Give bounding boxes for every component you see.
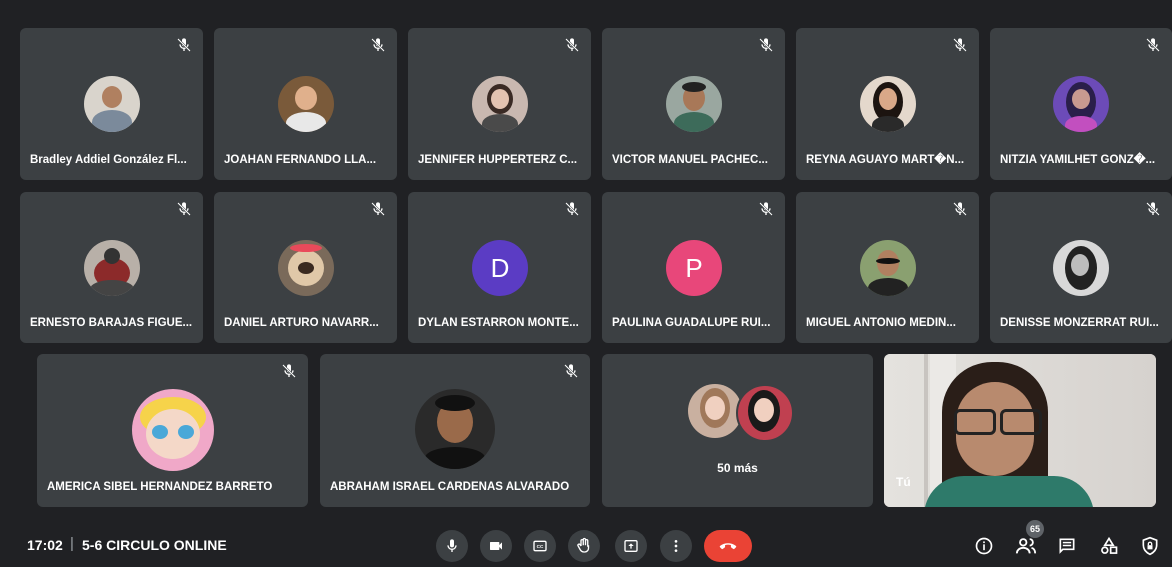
mic-off-icon [177, 202, 191, 216]
participant-initial-avatar: D [472, 240, 528, 296]
participant-name: JENNIFER HUPPERTERZ C... [418, 154, 578, 166]
participant-name: NITZIA YAMILHET GONZ�... [1000, 154, 1156, 166]
participant-name: JOAHAN FERNANDO LLA... [224, 154, 377, 166]
participant-tile[interactable]: AMERICA SIBEL HERNANDEZ BARRETO [37, 354, 308, 507]
closed-captions-icon: CC [533, 540, 547, 552]
shapes-icon [1101, 536, 1118, 554]
participant-tile[interactable]: ABRAHAM ISRAEL CARDENAS ALVARADO [320, 354, 590, 507]
more-participants-count: 50 más [717, 461, 758, 475]
mic-off-icon [759, 38, 773, 52]
camera-button[interactable] [480, 530, 512, 562]
info-icon [975, 537, 993, 555]
chat-icon [1059, 538, 1075, 554]
hang-up-icon [719, 543, 737, 550]
meeting-details-button[interactable] [972, 534, 996, 558]
svg-text:CC: CC [537, 544, 544, 549]
mic-off-icon [1146, 38, 1160, 52]
participant-avatar [1053, 240, 1109, 296]
participant-avatar [472, 76, 528, 132]
participant-tile[interactable]: DANIEL ARTURO NAVARR... [214, 192, 397, 343]
participant-name: DENISSE MONZERRAT RUI... [1000, 317, 1159, 329]
participant-tile[interactable]: NITZIA YAMILHET GONZ�... [990, 28, 1172, 180]
mic-off-icon [177, 38, 191, 52]
participant-avatar [84, 240, 140, 296]
more-vertical-icon [674, 540, 678, 552]
participant-name: Bradley Addiel González Fl... [30, 154, 187, 166]
participant-tile[interactable]: JOAHAN FERNANDO LLA... [214, 28, 397, 180]
participant-avatar [84, 76, 140, 132]
self-label: Tú [896, 475, 911, 489]
more-participants-tile[interactable]: 50 más [602, 354, 873, 507]
participant-count-badge: 65 [1026, 520, 1044, 538]
participant-name: VICTOR MANUEL PACHEC... [612, 154, 768, 166]
participant-tile[interactable]: Bradley Addiel González Fl... [20, 28, 203, 180]
participant-name: ABRAHAM ISRAEL CARDENAS ALVARADO [330, 481, 570, 493]
participant-tile[interactable]: JENNIFER HUPPERTERZ C... [408, 28, 591, 180]
microphone-icon [447, 539, 457, 552]
microphone-button[interactable] [436, 530, 468, 562]
mic-off-icon [565, 202, 579, 216]
participant-avatar [666, 76, 722, 132]
participant-tile[interactable]: ERNESTO BARAJAS FIGUE... [20, 192, 203, 343]
participant-avatar [278, 76, 334, 132]
captions-button[interactable]: CC [524, 530, 556, 562]
participant-tile[interactable]: D DYLAN ESTARRON MONTE... [408, 192, 591, 343]
participant-name: DYLAN ESTARRON MONTE... [418, 317, 579, 329]
people-icon [1015, 538, 1037, 554]
participant-name: DANIEL ARTURO NAVARR... [224, 317, 379, 329]
video-camera-icon [490, 542, 502, 550]
mic-off-icon [759, 202, 773, 216]
mic-off-icon [282, 364, 296, 378]
mic-off-icon [371, 38, 385, 52]
participant-name: MIGUEL ANTONIO MEDIN... [806, 317, 956, 329]
participant-avatar [860, 76, 916, 132]
mic-off-icon [1146, 202, 1160, 216]
participant-name: PAULINA GUADALUPE RUI... [612, 317, 771, 329]
hand-icon [577, 537, 590, 553]
participant-avatar [688, 384, 742, 438]
participant-tile[interactable]: MIGUEL ANTONIO MEDIN... [796, 192, 979, 343]
participant-tile[interactable]: P PAULINA GUADALUPE RUI... [602, 192, 785, 343]
mic-off-icon [565, 38, 579, 52]
participant-name: ERNESTO BARAJAS FIGUE... [30, 317, 193, 329]
participant-name: AMERICA SIBEL HERNANDEZ BARRETO [47, 481, 273, 493]
participant-avatar [736, 384, 794, 442]
participant-tile[interactable]: DENISSE MONZERRAT RUI... [990, 192, 1172, 343]
control-bar: 17:02 | 5-6 CIRCULO ONLINE CC 65 [0, 520, 1172, 567]
participant-avatar [278, 240, 334, 296]
participant-avatar [132, 389, 214, 471]
participant-name: REYNA AGUAYO MART�N... [806, 154, 965, 166]
self-video-tile[interactable]: Tú [884, 354, 1156, 507]
meeting-name: 5-6 CIRCULO ONLINE [82, 537, 227, 553]
more-options-button[interactable] [660, 530, 692, 562]
mic-off-icon [371, 202, 385, 216]
mic-off-icon [953, 38, 967, 52]
participant-avatar [415, 389, 495, 469]
participant-tile[interactable]: REYNA AGUAYO MART�N... [796, 28, 979, 180]
leave-call-button[interactable] [704, 530, 752, 562]
chat-button[interactable] [1055, 534, 1079, 558]
meeting-time: 17:02 [27, 537, 63, 553]
mic-off-icon [953, 202, 967, 216]
raise-hand-button[interactable] [568, 530, 600, 562]
host-controls-button[interactable] [1138, 534, 1162, 558]
activities-button[interactable] [1097, 534, 1121, 558]
present-screen-icon [624, 540, 638, 552]
participant-initial-avatar: P [666, 240, 722, 296]
participant-avatar [860, 240, 916, 296]
participant-tile[interactable]: VICTOR MANUEL PACHEC... [602, 28, 785, 180]
shield-lock-icon [1142, 536, 1158, 556]
mic-off-icon [564, 364, 578, 378]
self-video-feed [884, 354, 1156, 507]
participant-avatar [1053, 76, 1109, 132]
divider: | [70, 535, 74, 552]
present-screen-button[interactable] [615, 530, 647, 562]
